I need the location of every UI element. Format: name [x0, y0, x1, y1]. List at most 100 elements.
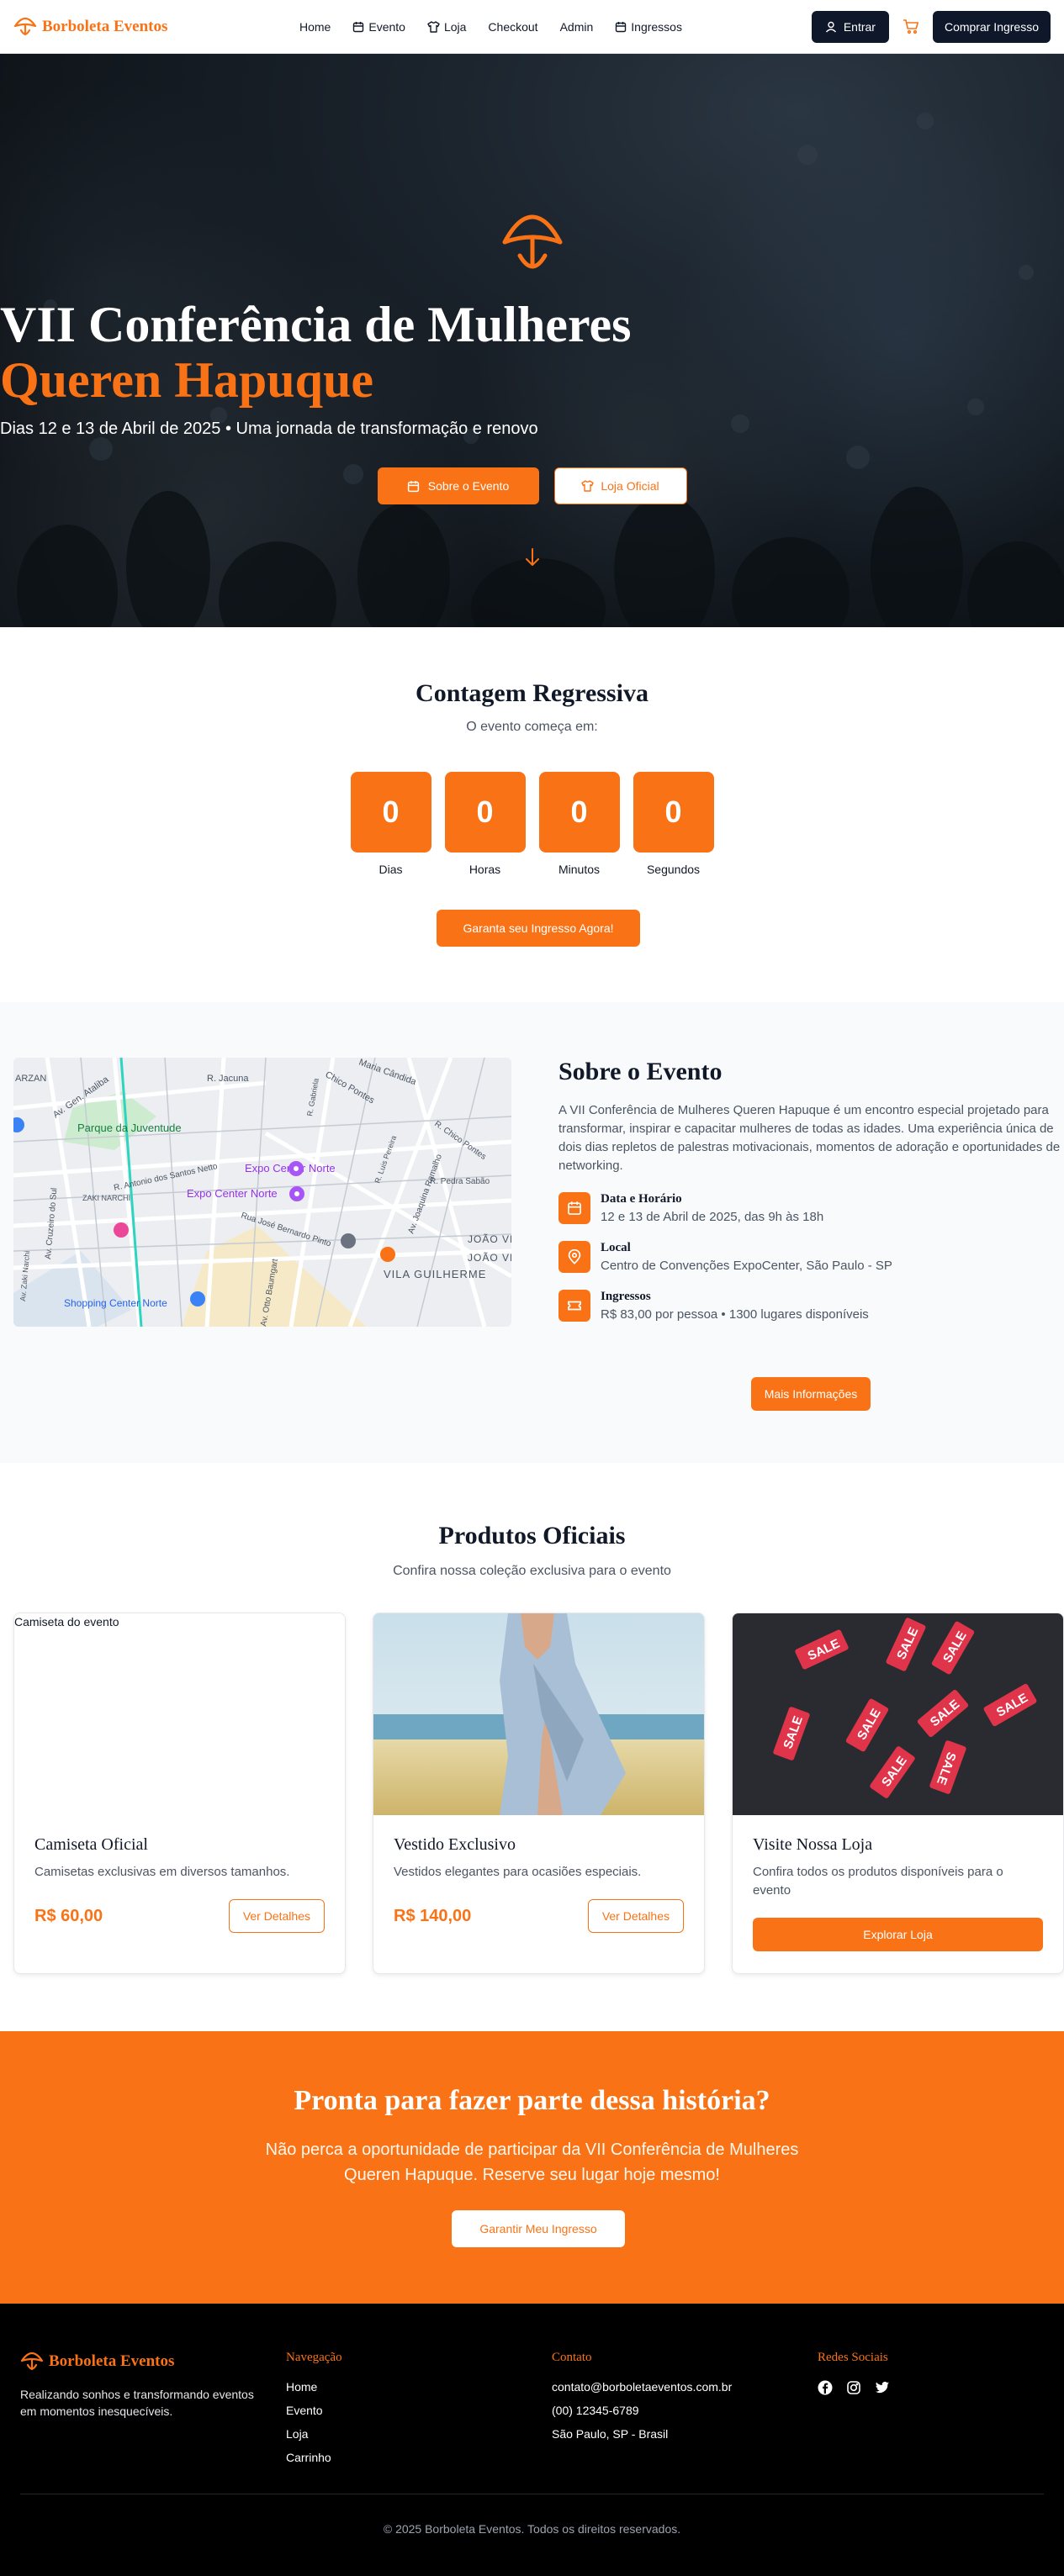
ticket-icon: [558, 1290, 590, 1322]
nav-evento-label: Evento: [368, 20, 405, 34]
about-event-button[interactable]: Sobre o Evento: [377, 467, 539, 504]
main-nav: Home Evento Loja Checkout Admin Ingresso…: [299, 0, 682, 54]
info-tickets-title: Ingressos: [601, 1290, 651, 1303]
nav-admin-label: Admin: [559, 20, 594, 34]
nav-loja[interactable]: Loja: [427, 20, 466, 34]
explore-store-label: Explorar Loja: [863, 1928, 933, 1941]
about-description: A VII Conferência de Mulheres Queren Hap…: [558, 1103, 1061, 1173]
broken-image-alt-text: Camiseta do evento: [14, 1615, 119, 1628]
more-info-button[interactable]: Mais Informações: [751, 1377, 871, 1411]
product-image-broken: Camiseta do evento: [14, 1613, 345, 1815]
view-details-button[interactable]: Ver Detalhes: [587, 1899, 684, 1933]
cart-button[interactable]: [903, 18, 919, 35]
map-label: ARZAN: [15, 1074, 46, 1084]
product-title: Vestido Exclusivo: [394, 1835, 516, 1854]
top-header: Borboleta Eventos Home Evento Loja Check…: [0, 0, 1064, 54]
info-location-title: Local: [601, 1241, 631, 1254]
brand-name: Borboleta Eventos: [42, 17, 168, 35]
instagram-icon[interactable]: [846, 2380, 861, 2395]
cta-title: Pronta para fazer parte dessa história?: [294, 2085, 770, 2116]
footer-link-loja[interactable]: Loja: [286, 2427, 342, 2441]
footer-link-home[interactable]: Home: [286, 2380, 342, 2394]
info-tickets-value: R$ 83,00 por pessoa • 1300 lugares dispo…: [601, 1307, 869, 1322]
footer-link-carrinho[interactable]: Carrinho: [286, 2451, 342, 2464]
cta-text-line-2: Queren Hapuque. Reserve seu lugar hoje m…: [344, 2166, 720, 2184]
product-description: Camisetas exclusivas em diversos tamanho…: [34, 1865, 290, 1879]
countdown-days: 0 Dias: [350, 772, 431, 876]
product-card: Vestido Exclusivo Vestidos elegantes par…: [373, 1613, 705, 1974]
product-title: Camiseta Oficial: [34, 1835, 148, 1854]
map-label: Parque da Juventude: [77, 1122, 182, 1134]
countdown-days-value: 0: [350, 772, 431, 853]
guarantee-ticket-button[interactable]: Garantir Meu Ingresso: [452, 2210, 625, 2247]
hero-section: VII Conferência de Mulheres Queren Hapuq…: [0, 54, 1064, 627]
countdown-minutes-label: Minutos: [558, 863, 601, 876]
store-card: SALE SALE SALE SALE SALE SALE SALE SALE …: [732, 1613, 1064, 1974]
footer-social-title: Redes Sociais: [818, 2351, 888, 2364]
nav-checkout[interactable]: Checkout: [488, 20, 537, 34]
official-store-button[interactable]: Loja Oficial: [553, 467, 687, 504]
calendar-icon: [616, 22, 627, 33]
footer-logo[interactable]: Borboleta Eventos: [20, 2351, 273, 2373]
info-tickets: Ingressos R$ 83,00 por pessoa • 1300 luga…: [558, 1290, 1063, 1322]
store-card-title: Visite Nossa Loja: [753, 1835, 873, 1854]
footer-phone: (00) 12345-6789: [552, 2404, 639, 2417]
cta-section: Pronta para fazer parte dessa história? …: [0, 2031, 1064, 2304]
nav-evento[interactable]: Evento: [352, 20, 405, 34]
event-location-map[interactable]: ARZAN Av. Gen. Ataliba R. Jacuna Chico P…: [13, 1058, 511, 1327]
nav-ingressos-label: Ingressos: [631, 20, 682, 34]
more-info-label: Mais Informações: [764, 1387, 858, 1401]
countdown-minutes: 0 Minutos: [538, 772, 620, 876]
twitter-icon[interactable]: [875, 2380, 890, 2395]
info-date-value: 12 e 13 de Abril de 2025, das 9h às 18h: [601, 1210, 824, 1224]
sale-tags-image: SALE SALE SALE SALE SALE SALE SALE SALE …: [733, 1613, 1063, 1815]
nav-ingressos[interactable]: Ingressos: [615, 20, 682, 34]
countdown-days-label: Dias: [378, 863, 403, 876]
shirt-icon: [427, 21, 440, 33]
arrow-down-icon[interactable]: [524, 547, 541, 567]
footer-brand: Borboleta Eventos Realizando sonhos e tr…: [20, 2351, 273, 2420]
explore-store-button[interactable]: Explorar Loja: [753, 1918, 1043, 1951]
countdown-title: Contagem Regressiva: [416, 679, 648, 707]
map-label: R. Pedra Sabão: [430, 1177, 490, 1186]
buy-ticket-button[interactable]: Comprar Ingresso: [932, 10, 1051, 43]
footer-link-evento[interactable]: Evento: [286, 2404, 342, 2417]
view-details-button[interactable]: Ver Detalhes: [228, 1899, 325, 1933]
products-subtitle: Confira nossa coleção exclusiva para o e…: [393, 1564, 671, 1578]
get-ticket-now-button[interactable]: Garanta seu Ingresso Agora!: [437, 910, 640, 947]
get-ticket-now-label: Garanta seu Ingresso Agora!: [463, 921, 614, 935]
social-icons: [818, 2380, 890, 2395]
nav-home[interactable]: Home: [299, 20, 331, 34]
footer-brand-name: Borboleta Eventos: [49, 2352, 175, 2370]
map-label: VILA GUILHERME: [384, 1268, 486, 1280]
login-button[interactable]: Entrar: [811, 10, 889, 43]
official-store-label: Loja Oficial: [601, 479, 659, 493]
about-event-label: Sobre o Evento: [427, 479, 510, 493]
login-label: Entrar: [843, 19, 876, 34]
store-card-description: Confira todos os produtos disponíveis pa…: [753, 1865, 1003, 1898]
facebook-icon[interactable]: [818, 2380, 833, 2395]
hero-buttons: Sobre o Evento Loja Oficial: [0, 467, 1064, 504]
product-card: Camiseta do evento Camiseta Oficial Cami…: [13, 1613, 346, 1974]
user-icon: [825, 21, 836, 32]
map-label: ZAKI NARCHI: [82, 1194, 130, 1202]
header-actions: Entrar Comprar Ingresso: [811, 10, 1051, 43]
map-label: JOÃO VELOSO: [468, 1233, 511, 1245]
butterfly-emblem-icon: [502, 214, 563, 269]
butterfly-logo-icon: [13, 17, 37, 35]
products-section: Produtos Oficiais Confira nossa coleção …: [0, 1463, 1064, 2031]
countdown-minutes-value: 0: [538, 772, 620, 853]
map-label: JOÃO VELOSO: [468, 1252, 511, 1264]
nav-admin[interactable]: Admin: [560, 20, 594, 34]
info-location: Local Centro de Convenções ExpoCenter, Sã…: [558, 1241, 1063, 1273]
countdown-hours: 0 Horas: [444, 772, 526, 876]
countdown-seconds-label: Segundos: [646, 863, 701, 876]
shirt-icon: [581, 480, 595, 492]
cart-icon: [903, 18, 918, 34]
about-title: Sobre o Evento: [558, 1058, 723, 1085]
footer-email[interactable]: contato@borboletaeventos.com.br: [552, 2380, 732, 2394]
nav-home-label: Home: [299, 20, 331, 34]
hero-subtitle: Queren Hapuque: [0, 352, 373, 408]
countdown-seconds: 0 Segundos: [633, 772, 714, 876]
brand-logo[interactable]: Borboleta Eventos: [13, 16, 167, 38]
